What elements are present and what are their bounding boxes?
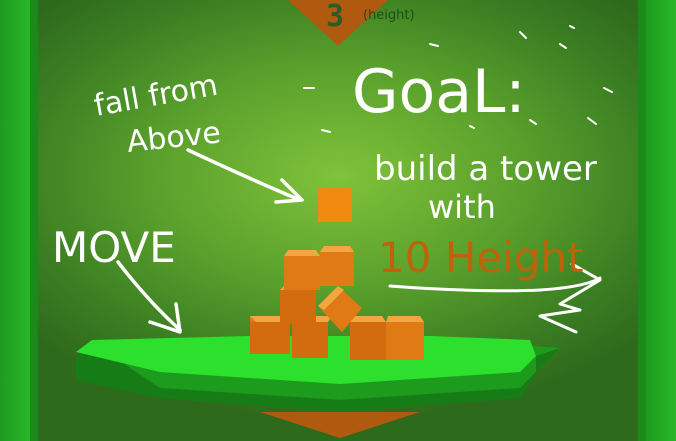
block: [386, 316, 424, 360]
fall-from-text: fall from: [91, 68, 220, 124]
block: [284, 250, 320, 290]
goal-line1: build a tower: [374, 149, 597, 189]
goal-target: 10 Height: [378, 233, 584, 282]
fall-arrow: [186, 148, 304, 204]
block: [280, 286, 318, 324]
goal-title: GoaL:: [352, 57, 526, 127]
block: [350, 316, 386, 360]
move-arrow: [116, 260, 182, 334]
block: [320, 246, 354, 286]
height-label: (height): [363, 8, 415, 23]
platform-bottom-marker: [260, 412, 420, 438]
falling-block[interactable]: [318, 188, 352, 222]
game-stage[interactable]: fall from Above GoaL: build a tower with…: [0, 0, 676, 441]
above-text: Above: [125, 115, 222, 160]
scene-svg: fall from Above GoaL: build a tower with…: [52, 0, 613, 438]
height-counter: 3: [325, 0, 345, 34]
goal-line2: with: [428, 188, 496, 226]
move-label: MOVE: [52, 223, 176, 272]
